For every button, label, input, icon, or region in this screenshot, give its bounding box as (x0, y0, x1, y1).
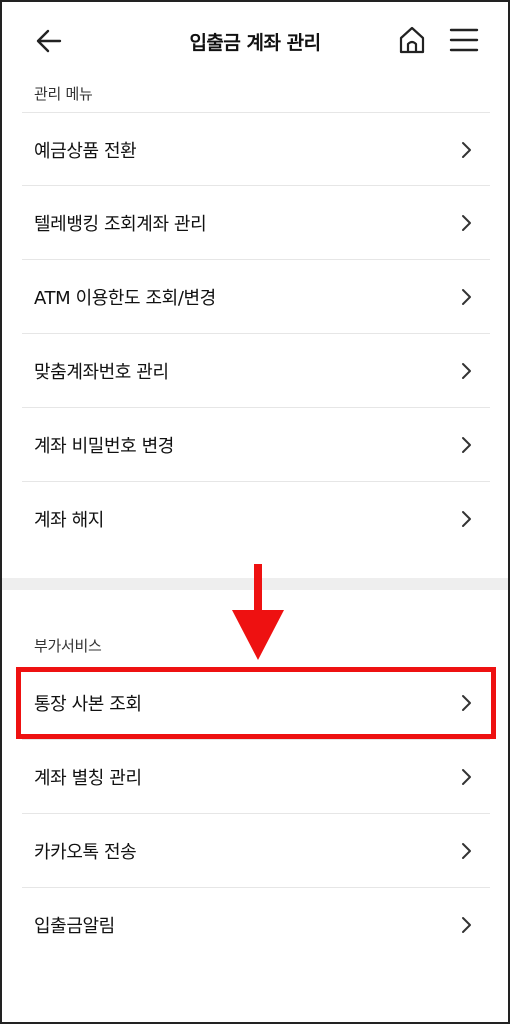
page-title: 입출금 계좌 관리 (189, 32, 321, 54)
menu-item-telebanking[interactable]: 텔레뱅킹 조회계좌 관리 (22, 186, 490, 260)
menu-item-change-password[interactable]: 계좌 비밀번호 변경 (22, 408, 490, 482)
menu-item-label: 통장 사본 조회 (34, 694, 142, 715)
chevron-right-icon (462, 511, 471, 527)
hamburger-menu-icon (449, 28, 479, 52)
additional-services-list: 통장 사본 조회 계좌 별칭 관리 카카오톡 전송 입출금알림 (22, 666, 490, 962)
menu-item-label: 예금상품 전환 (34, 141, 137, 162)
chevron-right-icon (462, 917, 471, 933)
menu-item-label: ATM 이용한도 조회/변경 (34, 288, 216, 309)
top-header: 입출금 계좌 관리 (2, 2, 508, 82)
home-button[interactable] (394, 22, 430, 58)
menu-button[interactable] (444, 22, 484, 58)
chevron-right-icon (462, 215, 471, 231)
chevron-right-icon (462, 769, 471, 785)
menu-item-label: 텔레뱅킹 조회계좌 관리 (34, 214, 207, 235)
chevron-right-icon (462, 289, 471, 305)
menu-item-label: 맞춤계좌번호 관리 (34, 362, 169, 383)
menu-item-passbook-copy[interactable]: 통장 사본 조회 (22, 666, 490, 740)
management-menu-list: 예금상품 전환 텔레뱅킹 조회계좌 관리 ATM 이용한도 조회/변경 맞춤계좌… (22, 112, 490, 556)
menu-item-product-conversion[interactable]: 예금상품 전환 (22, 112, 490, 186)
chevron-right-icon (462, 363, 471, 379)
home-icon (399, 26, 425, 54)
menu-item-label: 카카오톡 전송 (34, 842, 137, 863)
menu-item-account-nickname[interactable]: 계좌 별칭 관리 (22, 740, 490, 814)
menu-item-close-account[interactable]: 계좌 해지 (22, 482, 490, 556)
menu-item-deposit-withdrawal-alert[interactable]: 입출금알림 (22, 888, 490, 962)
menu-item-kakaotalk-send[interactable]: 카카오톡 전송 (22, 814, 490, 888)
menu-item-custom-account-number[interactable]: 맞춤계좌번호 관리 (22, 334, 490, 408)
menu-item-atm-limit[interactable]: ATM 이용한도 조회/변경 (22, 260, 490, 334)
chevron-right-icon (462, 142, 471, 158)
section-label-management: 관리 메뉴 (34, 85, 93, 103)
chevron-right-icon (462, 437, 471, 453)
menu-item-label: 입출금알림 (34, 916, 115, 937)
down-arrow-annotation-icon (232, 564, 284, 660)
section-label-additional-services: 부가서비스 (34, 637, 102, 655)
menu-item-label: 계좌 별칭 관리 (34, 768, 142, 789)
menu-item-label: 계좌 해지 (34, 510, 104, 531)
chevron-right-icon (462, 695, 471, 711)
chevron-right-icon (462, 843, 471, 859)
menu-item-label: 계좌 비밀번호 변경 (34, 436, 174, 457)
screen-frame: 입출금 계좌 관리 관리 메뉴 예금상품 전환 텔레뱅킹 조회계좌 관리 ATM… (0, 0, 510, 1024)
